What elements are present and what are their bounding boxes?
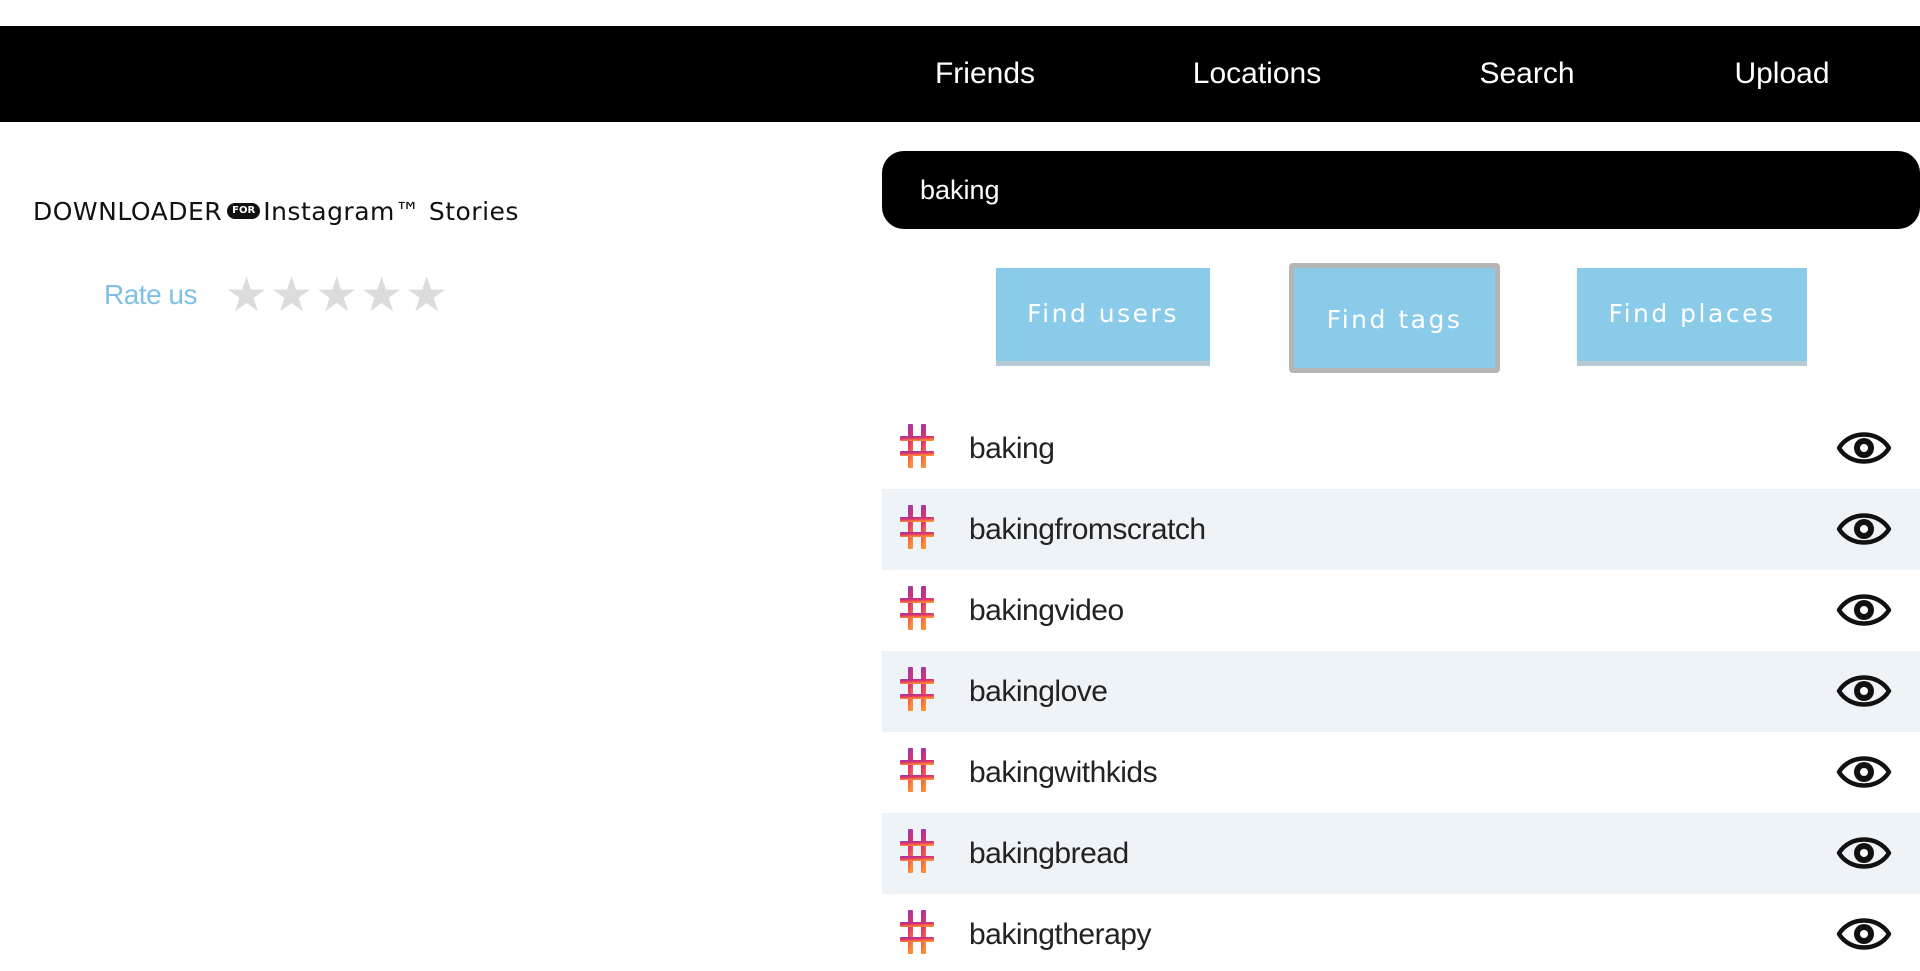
brand-left-text: DOWNLOADER xyxy=(33,196,223,226)
rate-us-label[interactable]: Rate us xyxy=(104,279,198,311)
nav-friends[interactable]: Friends xyxy=(885,26,1085,122)
hashtag-icon xyxy=(899,908,935,956)
brand-for-pill: FOR xyxy=(227,203,261,219)
star-icon[interactable]: ★ xyxy=(405,271,448,319)
tag-label: bakingwithkids xyxy=(969,755,1158,789)
tag-label: bakinglove xyxy=(969,674,1108,708)
star-icon[interactable]: ★ xyxy=(270,271,313,319)
tag-row[interactable]: baking xyxy=(882,408,1920,489)
tag-results-list: baking bakingfromscratch bakingvideo baking… xyxy=(882,408,1920,971)
find-places-button[interactable]: Find places xyxy=(1577,268,1807,366)
tag-label: bakingbread xyxy=(969,836,1129,870)
tag-label: bakingfromscratch xyxy=(969,512,1206,546)
nav-upload[interactable]: Upload xyxy=(1682,26,1882,122)
find-tags-button[interactable]: Find tags xyxy=(1289,263,1500,373)
eye-icon[interactable] xyxy=(1836,831,1892,875)
search-bar xyxy=(882,151,1920,229)
star-icon[interactable]: ★ xyxy=(315,271,358,319)
find-users-button[interactable]: Find users xyxy=(996,268,1210,366)
hashtag-icon xyxy=(899,584,935,632)
hashtag-icon xyxy=(899,827,935,875)
hashtag-icon xyxy=(899,665,935,713)
star-icon[interactable]: ★ xyxy=(360,271,403,319)
hashtag-icon xyxy=(899,746,935,794)
eye-icon[interactable] xyxy=(1836,426,1892,470)
star-icon[interactable]: ★ xyxy=(225,271,268,319)
tag-label: baking xyxy=(969,431,1055,465)
eye-icon[interactable] xyxy=(1836,912,1892,956)
nav-locations[interactable]: Locations xyxy=(1157,26,1357,122)
tag-row[interactable]: bakinglove xyxy=(882,651,1920,732)
search-input[interactable] xyxy=(920,151,1880,229)
hashtag-icon xyxy=(899,422,935,470)
tag-label: bakingtherapy xyxy=(969,917,1151,951)
tag-label: bakingvideo xyxy=(969,593,1124,627)
eye-icon[interactable] xyxy=(1836,588,1892,632)
tag-row[interactable]: bakingvideo xyxy=(882,570,1920,651)
tag-row[interactable]: bakingwithkids xyxy=(882,732,1920,813)
tag-row[interactable]: bakingfromscratch xyxy=(882,489,1920,570)
tag-row[interactable]: bakingtherapy xyxy=(882,894,1920,971)
top-nav-bar: Friends Locations Search Upload xyxy=(0,26,1920,122)
nav-search[interactable]: Search xyxy=(1427,26,1627,122)
app-brand: DOWNLOADER FOR Instagram™ Stories xyxy=(33,191,519,231)
tag-row[interactable]: bakingbread xyxy=(882,813,1920,894)
brand-right-text: Instagram™ Stories xyxy=(263,196,519,226)
eye-icon[interactable] xyxy=(1836,507,1892,551)
rating-row: Rate us ★ ★ ★ ★ ★ xyxy=(104,270,450,320)
eye-icon[interactable] xyxy=(1836,669,1892,713)
hashtag-icon xyxy=(899,503,935,551)
eye-icon[interactable] xyxy=(1836,750,1892,794)
